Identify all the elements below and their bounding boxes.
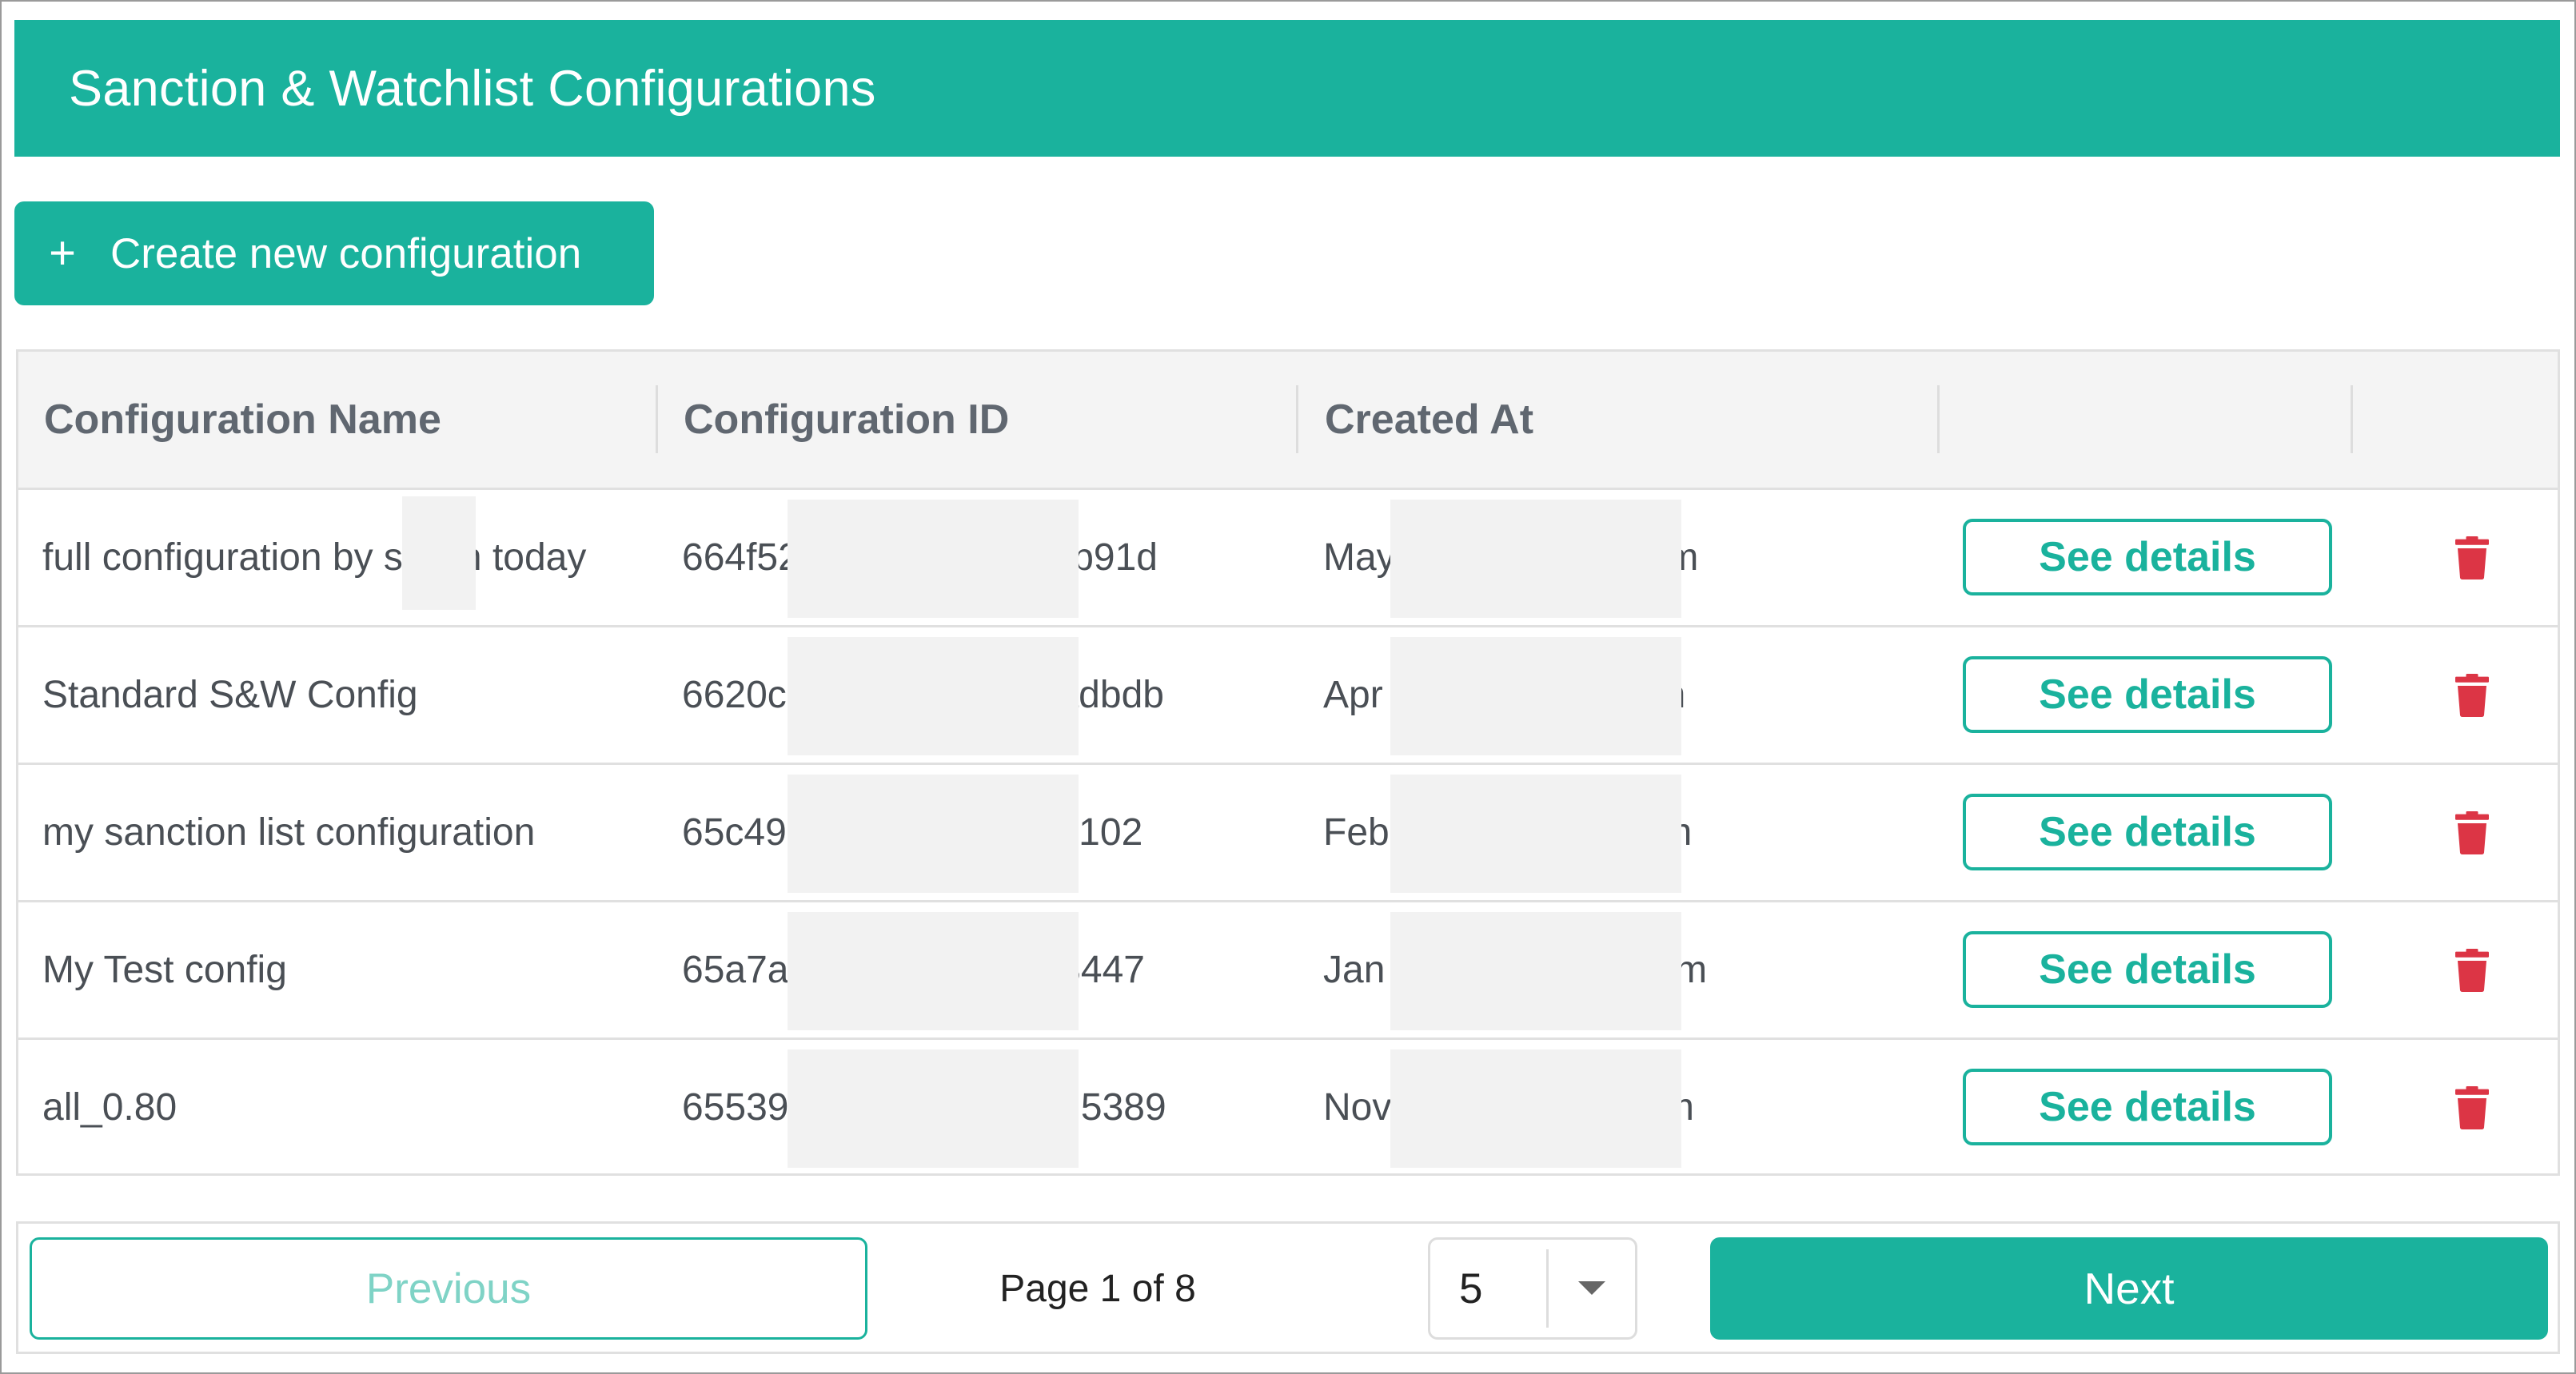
configurations-table: Configuration Name Configuration ID Crea… bbox=[16, 349, 2560, 1176]
table-row: full configuration by s n today 664f52 02… bbox=[18, 490, 2558, 627]
page-size-value: 5 bbox=[1459, 1264, 1483, 1312]
redaction-mask bbox=[1390, 500, 1681, 618]
see-details-button[interactable]: See details bbox=[1963, 1069, 2332, 1145]
column-divider bbox=[656, 385, 658, 453]
create-configuration-button[interactable]: + Create new configuration bbox=[14, 201, 654, 305]
chevron-down-icon bbox=[1578, 1281, 1605, 1295]
see-details-button[interactable]: See details bbox=[1963, 931, 2332, 1008]
configuration-name: all_0.80 bbox=[42, 1086, 177, 1129]
plus-icon: + bbox=[49, 227, 76, 279]
column-header-created: Created At bbox=[1325, 396, 1534, 443]
table-header: Configuration Name Configuration ID Crea… bbox=[18, 352, 2558, 490]
page-header: Sanction & Watchlist Configurations bbox=[14, 20, 2560, 157]
table-row: Standard S&W Config6620c aadbdbApr amSee… bbox=[18, 627, 2558, 765]
redaction-mask bbox=[402, 496, 476, 610]
table-row: all_0.8065539 3d5389Nov pmSee details bbox=[18, 1040, 2558, 1177]
redaction-mask bbox=[1390, 775, 1681, 893]
configuration-name: Standard S&W Config bbox=[42, 674, 418, 716]
column-divider bbox=[1937, 385, 1940, 453]
configuration-name: My Test config bbox=[42, 949, 287, 991]
column-header-id: Configuration ID bbox=[684, 396, 1010, 443]
trash-icon[interactable] bbox=[2455, 1086, 2489, 1129]
redaction-mask bbox=[788, 500, 1079, 618]
redaction-mask bbox=[788, 912, 1079, 1030]
redaction-mask bbox=[788, 637, 1079, 755]
trash-icon[interactable] bbox=[2455, 536, 2489, 579]
see-details-button[interactable]: See details bbox=[1963, 519, 2332, 595]
page-size-select[interactable]: 5 bbox=[1428, 1237, 1637, 1340]
redaction-mask bbox=[788, 775, 1079, 893]
table-row: my sanction list configuration 65c49 2d10… bbox=[18, 765, 2558, 902]
page-title: Sanction & Watchlist Configurations bbox=[69, 60, 876, 117]
column-divider bbox=[2351, 385, 2353, 453]
redaction-mask bbox=[1390, 1049, 1681, 1168]
trash-icon[interactable] bbox=[2455, 811, 2489, 854]
configuration-name: my sanction list configuration bbox=[42, 811, 536, 854]
pagination-bar: Previous Page 1 of 8 5 Next bbox=[16, 1221, 2560, 1354]
redaction-mask bbox=[788, 1049, 1079, 1168]
next-button[interactable]: Next bbox=[1710, 1237, 2548, 1340]
create-configuration-label: Create new configuration bbox=[110, 229, 582, 277]
configuration-name: full configuration by s n today bbox=[42, 536, 587, 579]
column-divider bbox=[1296, 385, 1298, 453]
table-row: My Test config65a7a d3447Jan amSee detai… bbox=[18, 902, 2558, 1040]
trash-icon[interactable] bbox=[2455, 674, 2489, 717]
redaction-mask bbox=[1390, 912, 1681, 1030]
page-indicator: Page 1 of 8 bbox=[999, 1267, 1196, 1310]
see-details-button[interactable]: See details bbox=[1963, 794, 2332, 870]
trash-icon[interactable] bbox=[2455, 949, 2489, 992]
select-divider bbox=[1546, 1249, 1549, 1328]
see-details-button[interactable]: See details bbox=[1963, 656, 2332, 733]
column-header-name: Configuration Name bbox=[44, 396, 441, 443]
redaction-mask bbox=[1390, 637, 1681, 755]
previous-button[interactable]: Previous bbox=[30, 1237, 867, 1340]
